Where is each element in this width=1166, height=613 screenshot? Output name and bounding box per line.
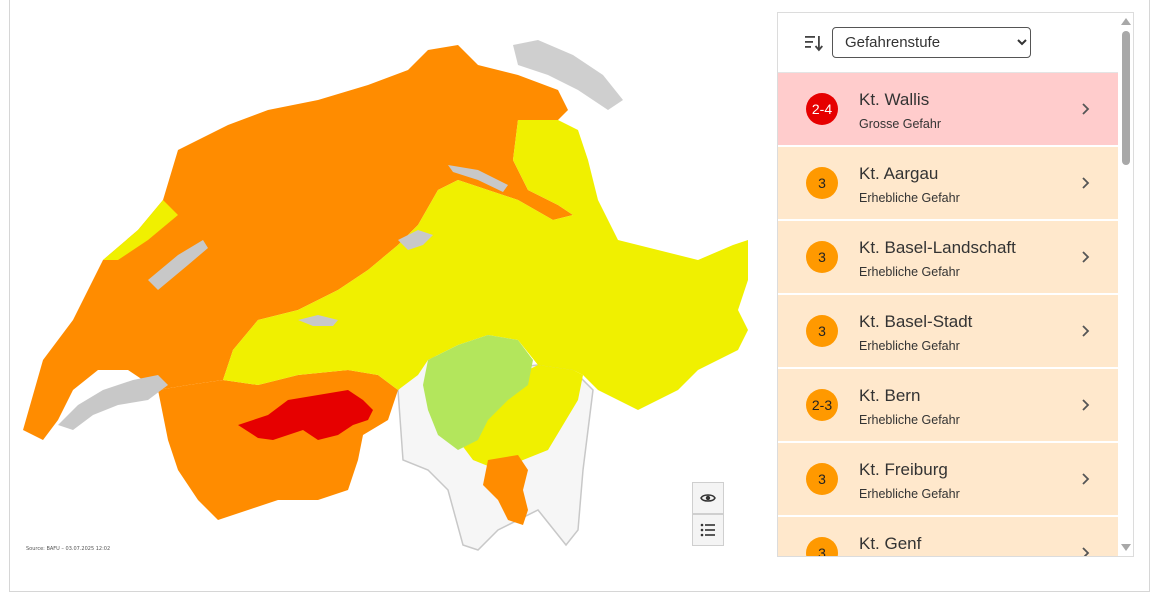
chevron-right-icon [1082, 399, 1090, 411]
chevron-right-icon [1082, 473, 1090, 485]
danger-level-label: Grosse Gefahr [859, 117, 941, 131]
chevron-right-icon [1082, 251, 1090, 263]
danger-level-label: Erhebliche Gefahr [859, 339, 960, 353]
chevron-right-icon [1082, 103, 1090, 115]
danger-level-label: Erhebliche Gefahr [859, 191, 960, 205]
panel-header: Gefahrenstufe [778, 13, 1133, 73]
danger-map[interactable] [18, 30, 758, 560]
danger-level-badge: 3 [806, 241, 838, 273]
scrollbar-thumb[interactable] [1122, 31, 1130, 165]
sort-icon [805, 35, 823, 51]
canton-name: Kt. Basel-Landschaft [859, 238, 1016, 257]
canton-list-panel: Gefahrenstufe 2-4 Kt. Wallis Grosse Gefahr… [777, 12, 1134, 557]
chevron-right-icon [1082, 177, 1090, 189]
canton-name: Kt. Genf [859, 534, 922, 553]
visibility-toggle-button[interactable] [692, 482, 724, 514]
region-level3-southwest [158, 370, 398, 520]
canton-name: Kt. Wallis [859, 90, 930, 109]
switzerland-map-svg[interactable] [18, 30, 758, 560]
canton-list-item[interactable]: 3 Kt. Freiburg Erhebliche Gefahr [778, 443, 1118, 517]
canton-list-item[interactable]: 2-3 Kt. Bern Erhebliche Gefahr [778, 369, 1118, 443]
danger-level-label: Erhebliche Gefahr [859, 413, 960, 427]
danger-level-badge: 3 [806, 537, 838, 556]
canton-list-item[interactable]: 2-4 Kt. Wallis Grosse Gefahr [778, 73, 1118, 147]
scroll-down-arrow-icon[interactable] [1121, 544, 1131, 551]
danger-level-label: Erhebliche Gefahr [859, 487, 960, 501]
eye-icon [700, 494, 716, 502]
danger-level-badge: 2-4 [806, 93, 838, 125]
danger-level-badge: 2-3 [806, 389, 838, 421]
danger-level-badge: 3 [806, 167, 838, 199]
danger-level-label: Erhebliche Gefahr [859, 265, 960, 279]
map-source-label: Source: BAFU – 03.07.2025 12:02 [26, 546, 111, 552]
panel-scrollbar[interactable] [1118, 13, 1133, 556]
canton-list: 2-4 Kt. Wallis Grosse Gefahr 3 Kt. Aargau Erh… [778, 73, 1118, 556]
scroll-up-arrow-icon[interactable] [1121, 18, 1131, 25]
canton-name: Kt. Bern [859, 386, 921, 405]
canton-list-item[interactable]: 3 Kt. Basel-Landschaft Erhebliche Gefahr [778, 221, 1118, 295]
legend-list-button[interactable] [692, 514, 724, 546]
canton-list-item[interactable]: 3 Kt. Basel-Stadt Erhebliche Gefahr [778, 295, 1118, 369]
canton-name: Kt. Aargau [859, 164, 939, 183]
chevron-right-icon [1082, 547, 1090, 556]
list-icon [700, 523, 715, 537]
sort-select[interactable]: Gefahrenstufe [832, 27, 1031, 58]
danger-level-badge: 3 [806, 315, 838, 347]
danger-level-badge: 3 [806, 463, 838, 495]
canton-list-item[interactable]: 3 Kt. Aargau Erhebliche Gefahr [778, 147, 1118, 221]
canton-name: Kt. Freiburg [859, 460, 948, 479]
canton-list-item[interactable]: 3Kt. GenfErhebliche Gefahr [778, 517, 1118, 556]
canton-name: Kt. Basel-Stadt [859, 312, 973, 331]
chevron-right-icon [1082, 325, 1090, 337]
